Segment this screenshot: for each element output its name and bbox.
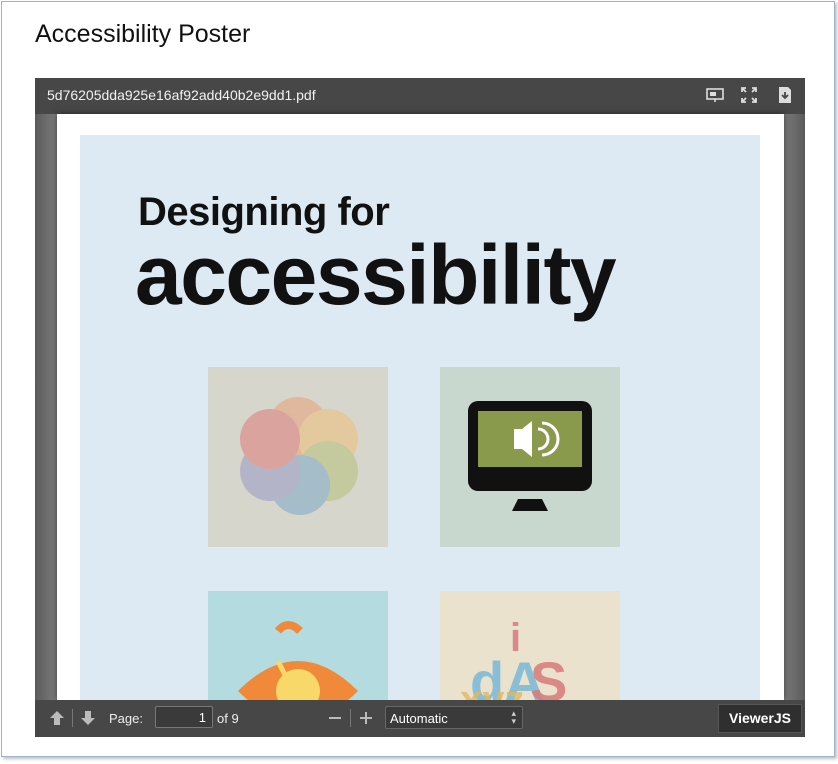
svg-text:i: i [510,616,521,660]
monitor-audio-tile [440,367,620,547]
letters-icon: dA S i xyz [460,616,567,700]
presentation-icon[interactable] [706,86,724,104]
fullscreen-icon[interactable] [740,86,758,104]
toolbar-divider [350,709,351,727]
viewerjs-brand-button[interactable]: ViewerJS [718,704,802,733]
vision-tile [208,591,388,700]
viewer-toolbar: Page: 1 of 9 Automatic ▴ ▾ ViewerJS [35,700,805,737]
eye-icon [238,621,358,700]
zoom-in-icon[interactable] [356,708,376,728]
page-total: of 9 [217,711,239,726]
page-title: Accessibility Poster [35,20,251,48]
next-page-icon[interactable] [78,708,98,728]
poster-background: Designing for accessibility dA S i xyz [80,135,760,700]
svg-text:S: S [530,650,567,700]
poster-heading-line2: accessibility [135,228,617,322]
pdf-page: Designing for accessibility dA S i xyz [57,114,784,700]
page-number-input[interactable]: 1 [155,706,213,728]
document-canvas[interactable]: Designing for accessibility dA S i xyz [35,114,805,700]
pdf-filename: 5d76205dda925e16af92add40b2e9dd1.pdf [47,87,316,103]
color-circles-tile [208,367,388,547]
svg-text:xyz: xyz [460,678,525,700]
page-label: Page: [109,711,143,726]
typography-tile: dA S i xyz [440,591,620,700]
dropdown-arrows-icon: ▴ ▾ [511,708,516,726]
viewer-titlebar: 5d76205dda925e16af92add40b2e9dd1.pdf [35,78,805,114]
zoom-select[interactable]: Automatic ▴ ▾ [385,706,523,729]
page-number-value: 1 [198,710,206,725]
zoom-select-value: Automatic [390,711,448,726]
toolbar-divider [72,709,73,727]
pdf-viewer: 5d76205dda925e16af92add40b2e9dd1.pdf Des… [35,78,805,737]
zoom-out-icon[interactable] [325,708,345,728]
content-frame: Accessibility Poster 5d76205dda925e16af9… [1,1,835,757]
previous-page-icon[interactable] [47,708,67,728]
monitor-speaker-icon [468,401,592,511]
color-circles-icon [240,397,358,515]
download-icon[interactable] [776,86,794,104]
